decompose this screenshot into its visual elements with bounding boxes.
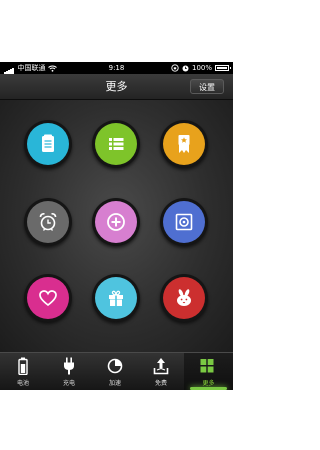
status-bar: 中国联通 9:18 100% [0,62,233,74]
alarm-clock-app-disc [27,201,69,243]
badge-ribbon-icon [178,135,190,153]
tab-free-label: 免费 [154,380,167,387]
badge-app-button[interactable] [160,120,208,168]
safe-icon [175,213,193,231]
tab-free[interactable]: 免费 [138,353,184,390]
tab-speedup[interactable]: 加速 [92,353,138,390]
list-app-disc [95,123,137,165]
badge-app-disc [163,123,205,165]
gift-icon [109,290,123,306]
heart-app-disc [27,277,69,319]
tab-bar: 电池 充电 加速 免费 更多 [0,352,233,390]
plus-circle-icon [107,213,125,231]
alarm-clock-app-button[interactable] [24,198,72,246]
plug-icon [64,357,74,375]
heart-app-button[interactable] [24,274,72,322]
alarm-clock-icon [39,213,57,231]
battery-percent: 100% [191,64,212,72]
plus-app-disc [95,201,137,243]
battery-icon [215,65,231,71]
tab-more-label: 更多 [202,380,215,387]
navigation-bar: 更多 设置 [0,74,233,100]
rabbit-app-disc [163,277,205,319]
notepad-app-button[interactable] [24,120,72,168]
active-tab-indicator [190,387,227,390]
battery-icon [18,357,28,375]
tab-more[interactable]: 更多 [184,353,233,390]
heart-icon [39,290,57,307]
notepad-icon [42,134,54,152]
gift-app-button[interactable] [92,274,140,322]
tab-battery[interactable]: 电池 [0,353,46,390]
gift-app-disc [95,277,137,319]
pie-chart-icon [107,358,123,374]
tab-charge-label: 充电 [62,380,75,387]
list-app-button[interactable] [92,120,140,168]
rabbit-app-button[interactable] [160,274,208,322]
phone-screen: 中国联通 9:18 100% 更多 设置 电池 充电 加速 免费 更多 [0,62,233,390]
tab-speedup-label: 加速 [108,380,121,387]
safe-app-button[interactable] [160,198,208,246]
download-tray-icon [153,358,169,375]
app-grid [0,100,233,352]
list-icon [109,138,124,150]
plus-app-button[interactable] [92,198,140,246]
tab-battery-label: 电池 [16,380,29,387]
safe-app-disc [163,201,205,243]
alarm-icon [182,65,189,71]
tab-charge[interactable]: 充电 [46,353,92,390]
rabbit-icon [177,289,191,306]
orientation-lock-icon [171,64,179,72]
grid-icon [200,359,214,373]
notepad-app-disc [27,123,69,165]
settings-button[interactable]: 设置 [190,79,224,94]
